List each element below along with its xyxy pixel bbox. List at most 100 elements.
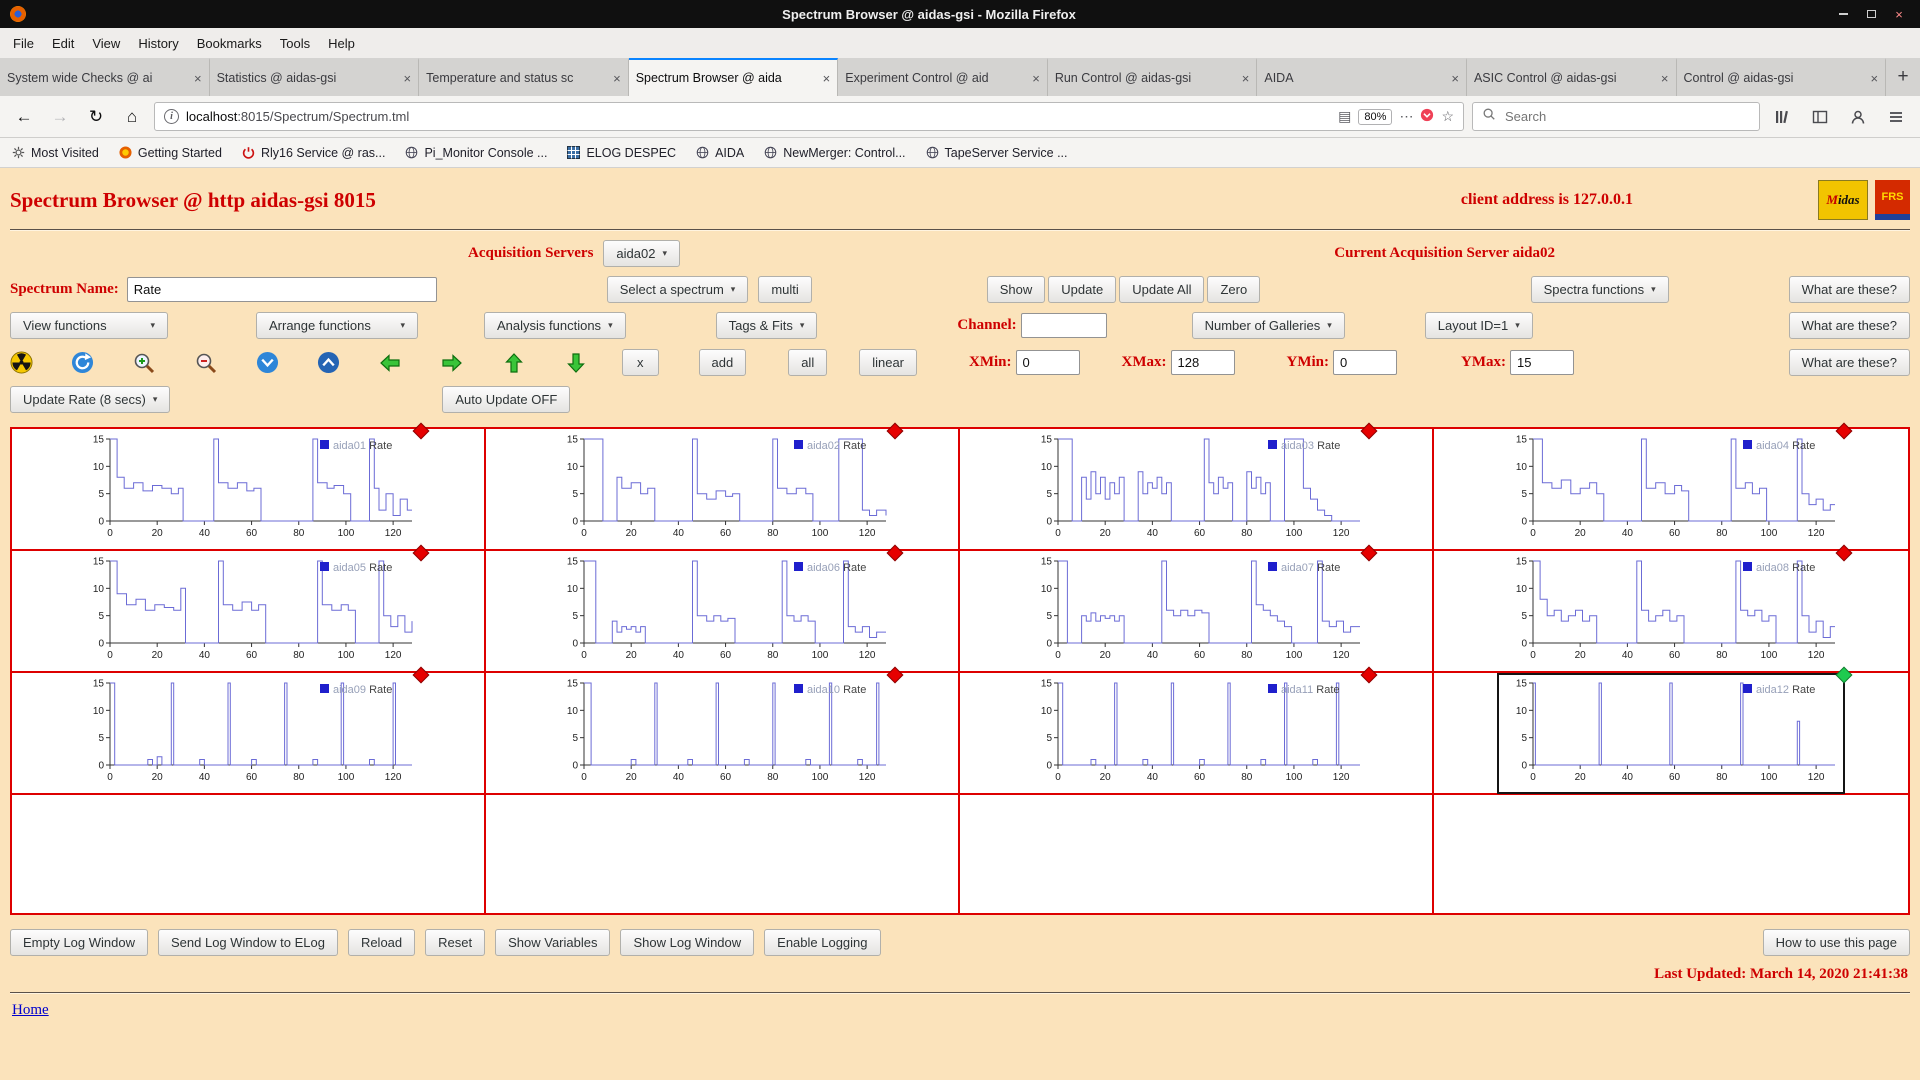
move-down-icon[interactable] [564,351,588,375]
tab-close-icon[interactable]: × [1451,71,1459,86]
move-right-icon[interactable] [440,351,464,375]
chart-aida02[interactable]: 0 5 10 15 0 20 40 60 80 100 120 aida02 Rate [548,422,904,550]
all-button[interactable]: all [788,349,828,376]
tab-close-icon[interactable]: × [1870,71,1878,86]
update-rate-select[interactable]: Update Rate (8 secs) ▾ [10,386,171,413]
chart-aida04[interactable]: 0 5 10 15 0 20 40 60 80 100 120 aida04 Rate [1497,422,1853,550]
spectrum-plot-aida08[interactable]: 0 5 10 15 0 20 40 60 80 100 120 aida08 Rate [1499,553,1843,665]
refresh-icon[interactable] [71,351,94,374]
tab-close-icon[interactable]: × [404,71,412,86]
menu-file[interactable]: File [4,31,43,56]
show-log-window-button[interactable]: Show Log Window [620,929,755,956]
url-bar[interactable]: i localhost:8015/Spectrum/Spectrum.tml ▤… [154,102,1464,131]
frs-logo[interactable]: FRS [1875,180,1910,220]
enable-logging-button[interactable]: Enable Logging [764,929,881,956]
chart-aida06[interactable]: 0 5 10 15 0 20 40 60 80 100 120 aida06 Rate [548,544,904,672]
tab-close-icon[interactable]: × [1032,71,1040,86]
reader-mode-icon[interactable]: ▤ [1338,108,1351,125]
spectrum-plot-aida04[interactable]: 0 5 10 15 0 20 40 60 80 100 120 aida04 Rate [1499,431,1843,543]
gallery-cell-aida03[interactable]: 0 5 10 15 0 20 40 60 80 100 120 aida03 Rate [960,422,1434,551]
xmax-input[interactable] [1170,350,1235,375]
chart-aida10[interactable]: 0 5 10 15 0 20 40 60 80 100 120 aida10 Rate [548,666,904,794]
channel-input[interactable] [1020,313,1107,338]
reload-button[interactable]: ↻ [82,103,110,131]
xmin-input[interactable] [1015,350,1080,375]
tab-2[interactable]: Statistics @ aidas-gsi × [210,58,420,96]
spectrum-plot-aida05[interactable]: 0 5 10 15 0 20 40 60 80 100 120 aida05 Rate [76,553,420,665]
linear-button[interactable]: linear [859,349,918,376]
account-icon[interactable] [1844,103,1872,131]
sidebar-toggle-icon[interactable] [1806,103,1834,131]
scale-up-icon[interactable] [317,351,340,374]
update-button[interactable]: Update [1048,276,1117,303]
page-actions-icon[interactable]: ⋯ [1399,108,1413,125]
gallery-cell-empty-4[interactable] [1434,795,1908,913]
number-of-galleries-select[interactable]: Number of Galleries ▾ [1191,312,1345,339]
midas-logo[interactable]: Midas [1818,180,1868,220]
move-left-icon[interactable] [378,351,402,375]
add-button[interactable]: add [698,349,747,376]
tab-3[interactable]: Temperature and status sc × [419,58,629,96]
zoom-level[interactable]: 80% [1358,108,1393,125]
spectrum-plot-aida06[interactable]: 0 5 10 15 0 20 40 60 80 100 120 aida06 Rate [550,553,894,665]
chart-aida01[interactable]: 0 5 10 15 0 20 40 60 80 100 120 aida01 Rate [74,422,430,550]
empty-log-window-button[interactable]: Empty Log Window [10,929,148,956]
chart-aida07[interactable]: 0 5 10 15 0 20 40 60 80 100 120 aida07 Rate [1022,544,1378,672]
menu-history[interactable]: History [129,31,187,56]
spectrum-plot-aida01[interactable]: 0 5 10 15 0 20 40 60 80 100 120 aida01 Rate [76,431,420,543]
view-functions-select[interactable]: View functions ▾ [10,312,168,339]
home-button[interactable]: ⌂ [118,103,146,131]
chart-aida09[interactable]: 0 5 10 15 0 20 40 60 80 100 120 aida09 Rate [74,666,430,794]
menu-view[interactable]: View [83,31,129,56]
gallery-cell-aida10[interactable]: 0 5 10 15 0 20 40 60 80 100 120 aida10 Rate [486,666,960,795]
radioactive-icon[interactable] [10,351,33,374]
tab-4[interactable]: Spectrum Browser @ aida × [628,58,839,96]
new-tab-button[interactable]: + [1886,58,1920,96]
bookmark-aida[interactable]: AIDA [696,146,744,160]
scale-down-icon[interactable] [256,351,279,374]
analysis-functions-select[interactable]: Analysis functions ▾ [484,312,626,339]
gallery-cell-empty-1[interactable] [12,795,486,913]
auto-update-button[interactable]: Auto Update OFF [442,386,571,413]
minimize-button[interactable] [1832,5,1854,23]
maximize-button[interactable] [1860,5,1882,23]
gallery-cell-aida01[interactable]: 0 5 10 15 0 20 40 60 80 100 120 aida01 Rate [12,422,486,551]
x-scale-button[interactable]: x [622,349,659,376]
menu-bookmarks[interactable]: Bookmarks [188,31,271,56]
gallery-cell-aida12[interactable]: 0 5 10 15 0 20 40 60 80 100 120 aida12 Rate [1434,666,1908,795]
tab-7[interactable]: AIDA × [1257,58,1467,96]
spectrum-name-input[interactable] [126,277,437,302]
menu-edit[interactable]: Edit [43,31,83,56]
bookmark-elog-despec[interactable]: ELOG DESPEC [567,146,676,160]
tab-close-icon[interactable]: × [823,71,831,86]
acquisition-server-select[interactable]: aida02 ▾ [603,240,680,267]
spectrum-plot-aida02[interactable]: 0 5 10 15 0 20 40 60 80 100 120 aida02 Rate [550,431,894,543]
ymin-input[interactable] [1333,350,1398,375]
arrange-functions-select[interactable]: Arrange functions ▾ [256,312,418,339]
chart-aida03[interactable]: 0 5 10 15 0 20 40 60 80 100 120 aida03 Rate [1022,422,1378,550]
pocket-icon[interactable] [1420,108,1434,125]
layout-id-select[interactable]: Layout ID=1 ▾ [1424,312,1533,339]
menu-help[interactable]: Help [319,31,364,56]
gallery-cell-aida08[interactable]: 0 5 10 15 0 20 40 60 80 100 120 aida08 Rate [1434,544,1908,673]
bookmark-getting-started[interactable]: Getting Started [119,146,222,160]
what-are-these-button-1[interactable]: What are these? [1788,276,1910,303]
library-icon[interactable] [1768,103,1796,131]
spectrum-plot-aida11[interactable]: 0 5 10 15 0 20 40 60 80 100 120 aida11 Rate [1024,675,1368,787]
bookmark-newmerger-control[interactable]: NewMerger: Control... [764,146,906,160]
bookmark-most-visited[interactable]: Most Visited [12,146,99,160]
bookmark-rly16-service-ras[interactable]: Rly16 Service @ ras... [242,146,385,160]
select-spectrum-select[interactable]: Select a spectrum ▾ [606,276,749,303]
chart-aida12[interactable]: 0 5 10 15 0 20 40 60 80 100 120 aida12 Rate [1497,666,1853,794]
show-variables-button[interactable]: Show Variables [495,929,611,956]
page-info-icon[interactable]: i [164,109,179,124]
gallery-cell-aida04[interactable]: 0 5 10 15 0 20 40 60 80 100 120 aida04 Rate [1434,422,1908,551]
multi-button[interactable]: multi [758,276,812,303]
how-to-use-button[interactable]: How to use this page [1762,929,1910,956]
tab-close-icon[interactable]: × [1661,71,1669,86]
what-are-these-button-2[interactable]: What are these? [1788,312,1910,339]
hamburger-menu-icon[interactable] [1882,103,1910,131]
spectrum-plot-aida12[interactable]: 0 5 10 15 0 20 40 60 80 100 120 aida12 Rate [1499,675,1843,787]
spectrum-plot-aida07[interactable]: 0 5 10 15 0 20 40 60 80 100 120 aida07 Rate [1024,553,1368,665]
show-button[interactable]: Show [986,276,1046,303]
